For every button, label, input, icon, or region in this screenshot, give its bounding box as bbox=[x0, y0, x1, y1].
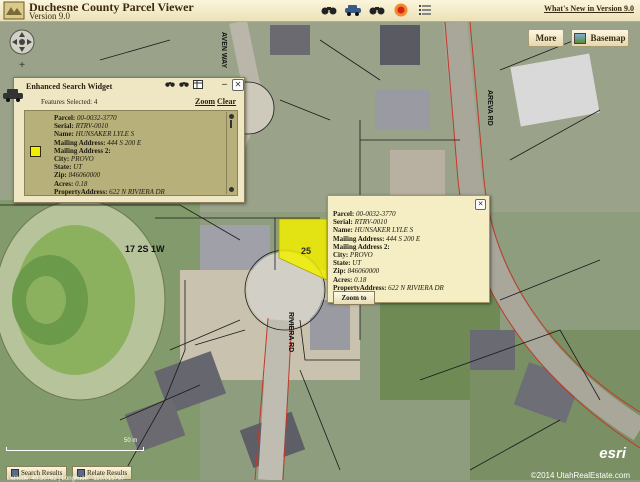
parcel-info-popup: ✕ Parcel: 00-0032-3770 Serial: RTRV-0010… bbox=[327, 195, 490, 305]
scroll-down-icon[interactable] bbox=[229, 187, 234, 192]
binoculars-icon[interactable] bbox=[178, 80, 189, 91]
coordinate-readout: Latitude: 40.30762 | Longitude: -110.015… bbox=[7, 476, 125, 482]
binoculars-icon[interactable] bbox=[368, 2, 386, 18]
scroll-thumb[interactable] bbox=[230, 120, 232, 128]
binoculars-icon[interactable] bbox=[164, 80, 175, 91]
basemap-button[interactable]: Basemap bbox=[571, 29, 629, 47]
parcel-number-label: 25 bbox=[301, 246, 311, 256]
close-icon[interactable]: ✕ bbox=[232, 79, 244, 91]
main-toolbar bbox=[320, 2, 434, 18]
enhanced-search-widget: Enhanced Search Widget – ✕ Features Sele… bbox=[3, 77, 245, 203]
esri-logo: esri bbox=[599, 445, 626, 462]
section-label: 17 2S 1W bbox=[125, 244, 165, 254]
table-icon[interactable] bbox=[192, 80, 203, 91]
county-logo-icon bbox=[3, 1, 25, 20]
popup-record: Parcel: 00-0032-3770 Serial: RTRV-0010 N… bbox=[333, 210, 444, 292]
map-attribution: ©2014 UtahRealEstate.com bbox=[530, 471, 630, 480]
scroll-up-icon[interactable] bbox=[229, 114, 234, 119]
more-button[interactable]: More bbox=[528, 29, 564, 47]
clear-link[interactable]: Clear bbox=[217, 97, 236, 106]
zoom-to-button[interactable]: Zoom to bbox=[333, 291, 375, 305]
app-header: Duchesne County Parcel Viewer Version 9.… bbox=[0, 0, 640, 22]
list-icon[interactable] bbox=[416, 2, 434, 18]
whats-new-link[interactable]: What's New in Version 9.0 bbox=[544, 4, 634, 13]
zoom-link[interactable]: Zoom bbox=[195, 97, 215, 106]
street-label-aven: AVEN WAY bbox=[220, 32, 227, 69]
minimize-icon[interactable]: – bbox=[222, 79, 227, 90]
zoom-in-button[interactable]: + bbox=[17, 60, 27, 71]
car-icon[interactable] bbox=[344, 2, 362, 18]
features-selected-count: Features Selected: 4 bbox=[41, 98, 98, 106]
binoculars-icon[interactable] bbox=[320, 2, 338, 18]
street-label-areva: AREVA RD bbox=[486, 90, 493, 126]
record-icon[interactable] bbox=[392, 2, 410, 18]
basemap-icon bbox=[574, 32, 587, 44]
map-pan-control[interactable] bbox=[8, 28, 36, 56]
widget-car-icon bbox=[3, 89, 23, 102]
street-label-riviera: RIVIERA RD bbox=[287, 312, 294, 352]
basemap-label: Basemap bbox=[590, 33, 626, 43]
list-scrollbar[interactable] bbox=[226, 112, 236, 194]
bottom-bar: Search Results Relate Results Latitude: … bbox=[0, 465, 640, 482]
scale-bar: 50 m bbox=[6, 438, 144, 451]
result-record[interactable]: Parcel: 00-0032-3770 Serial: RTRV-0010 N… bbox=[54, 114, 165, 196]
widget-title: Enhanced Search Widget bbox=[26, 82, 113, 91]
app-version: Version 9.0 bbox=[29, 11, 70, 21]
close-icon[interactable]: ✕ bbox=[475, 199, 486, 210]
highlight-swatch bbox=[30, 146, 41, 157]
scale-label: 50 m bbox=[124, 438, 138, 444]
results-list[interactable]: Parcel: 00-0032-3770 Serial: RTRV-0010 N… bbox=[24, 110, 238, 196]
